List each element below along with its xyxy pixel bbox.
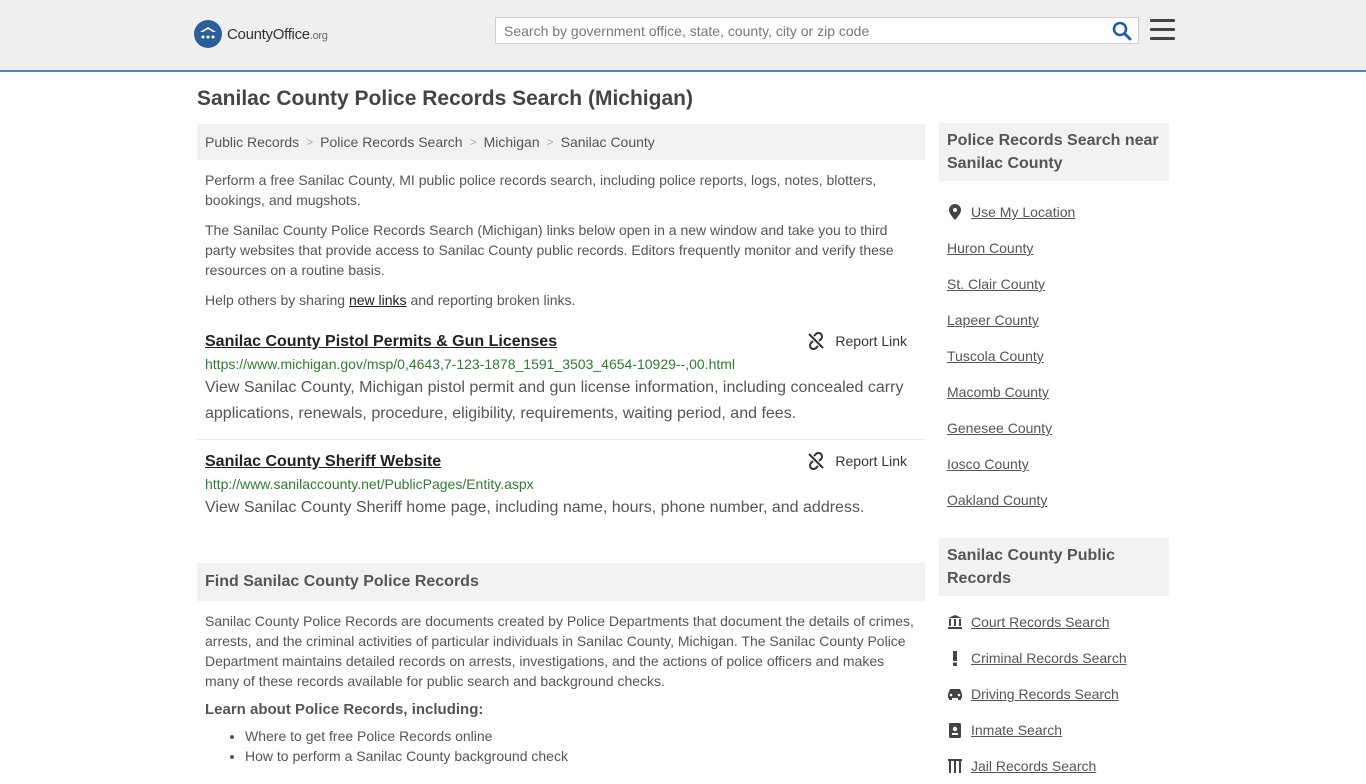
list-item: Tuscola County [939, 338, 1169, 374]
nearby-county-link[interactable]: Macomb County [947, 384, 1049, 400]
entry-title-link[interactable]: Sanilac County Pistol Permits & Gun Lice… [205, 330, 557, 354]
hamburger-menu-button[interactable] [1150, 19, 1175, 41]
list-item: Lapeer County [939, 302, 1169, 338]
find-records-heading: Find Sanilac County Police Records [197, 563, 925, 601]
menu-bar-icon [1150, 37, 1175, 40]
list-item: Jail Records Search [939, 748, 1169, 784]
list-item: Court Records Search [939, 604, 1169, 640]
nearby-county-link[interactable]: Genesee County [947, 420, 1052, 436]
entry-url: https://www.michigan.gov/msp/0,4643,7-12… [205, 356, 736, 372]
list-item: Criminal Records Search [939, 640, 1169, 676]
driving-records-link[interactable]: Driving Records Search [971, 686, 1119, 702]
list-item: Genesee County [939, 410, 1169, 446]
nearby-county-link[interactable]: Tuscola County [947, 348, 1044, 364]
search-input[interactable] [496, 18, 1104, 43]
intro-text: Perform a free Sanilac County, MI public… [205, 170, 917, 310]
search-box [495, 17, 1139, 44]
intro-paragraph: Perform a free Sanilac County, MI public… [205, 172, 877, 208]
breadcrumb-sanilac-county[interactable]: Sanilac County [561, 134, 655, 150]
breadcrumb-separator-icon: > [469, 135, 477, 149]
list-item: Macomb County [939, 374, 1169, 410]
nearby-list: Use My Location Huron County St. Clair C… [939, 194, 1169, 518]
criminal-records-link[interactable]: Criminal Records Search [971, 650, 1127, 666]
list-item: Driving Records Search [939, 676, 1169, 712]
menu-bar-icon [1150, 28, 1175, 31]
list-item: Oakland County [939, 482, 1169, 518]
breadcrumb-michigan[interactable]: Michigan [484, 134, 540, 150]
list-item: Huron County [939, 230, 1169, 266]
public-records-list: Court Records Search Criminal Records Se… [939, 604, 1169, 784]
nearby-county-link[interactable]: Iosco County [947, 456, 1029, 472]
nearby-county-link[interactable]: Oakland County [947, 492, 1047, 508]
id-badge-icon [947, 722, 963, 738]
menu-bar-icon [1150, 19, 1175, 22]
logo-badge-icon [194, 20, 222, 48]
nearby-heading: Police Records Search near Sanilac Count… [939, 123, 1169, 181]
car-icon [947, 688, 963, 700]
entry-description: View Sanilac County Sheriff home page, i… [205, 499, 865, 516]
list-item: Inmate Search [939, 712, 1169, 748]
find-records-paragraph: Sanilac County Police Records are docume… [205, 613, 914, 689]
report-link-label: Report Link [835, 333, 907, 349]
header-bar: CountyOffice.org [0, 0, 1366, 72]
logo-text: CountyOffice.org [227, 25, 328, 43]
intro-paragraph: The Sanilac County Police Records Search… [205, 222, 894, 278]
use-location-item: Use My Location [939, 194, 1169, 230]
breadcrumb-police-records-search[interactable]: Police Records Search [320, 134, 462, 150]
entry-description: View Sanilac County, Michigan pistol per… [205, 379, 904, 422]
search-button[interactable] [1112, 21, 1132, 41]
use-my-location-link[interactable]: Use My Location [971, 204, 1075, 220]
sidebar: Police Records Search near Sanilac Count… [939, 123, 1169, 784]
jail-records-link[interactable]: Jail Records Search [971, 758, 1096, 774]
breadcrumb: Public Records > Police Records Search >… [197, 124, 925, 160]
breadcrumb-separator-icon: > [306, 135, 314, 149]
courthouse-icon [947, 615, 963, 629]
entry-title-link[interactable]: Sanilac County Sheriff Website [205, 450, 441, 474]
search-icon [1112, 21, 1132, 41]
main-content: Public Records > Police Records Search >… [197, 124, 925, 766]
link-entry: Sanilac County Sheriff Website Report Li… [205, 450, 917, 521]
court-records-link[interactable]: Court Records Search [971, 614, 1110, 630]
page-title: Sanilac County Police Records Search (Mi… [197, 87, 693, 110]
list-item: St. Clair County [939, 266, 1169, 302]
report-link-button[interactable]: Report Link [807, 332, 907, 350]
report-link-button[interactable]: Report Link [807, 452, 907, 470]
learn-heading: Learn about Police Records, including: [205, 701, 484, 718]
learn-list: Where to get free Police Records online … [205, 726, 917, 766]
broken-link-icon [808, 452, 825, 470]
exclamation-icon [947, 650, 963, 666]
link-entry: Sanilac County Pistol Permits & Gun Lice… [197, 330, 925, 440]
nearby-county-link[interactable]: St. Clair County [947, 276, 1045, 292]
list-item: How to perform a Sanilac County backgrou… [245, 746, 917, 766]
nearby-county-link[interactable]: Huron County [947, 240, 1033, 256]
new-links-link[interactable]: new links [349, 292, 407, 308]
report-link-label: Report Link [835, 453, 907, 469]
map-pin-icon [947, 204, 963, 220]
site-logo[interactable]: CountyOffice.org [194, 20, 328, 48]
breadcrumb-separator-icon: > [546, 135, 554, 149]
inmate-search-link[interactable]: Inmate Search [971, 722, 1062, 738]
jail-icon [947, 759, 963, 773]
nearby-county-link[interactable]: Lapeer County [947, 312, 1039, 328]
share-links-paragraph: Help others by sharing new links and rep… [205, 292, 576, 308]
list-item: Iosco County [939, 446, 1169, 482]
public-records-heading: Sanilac County Public Records [939, 538, 1169, 596]
entry-url: http://www.sanilaccounty.net/PublicPages… [205, 476, 534, 492]
breadcrumb-public-records[interactable]: Public Records [205, 134, 299, 150]
broken-link-icon [808, 332, 825, 350]
list-item: Where to get free Police Records online [245, 726, 917, 746]
